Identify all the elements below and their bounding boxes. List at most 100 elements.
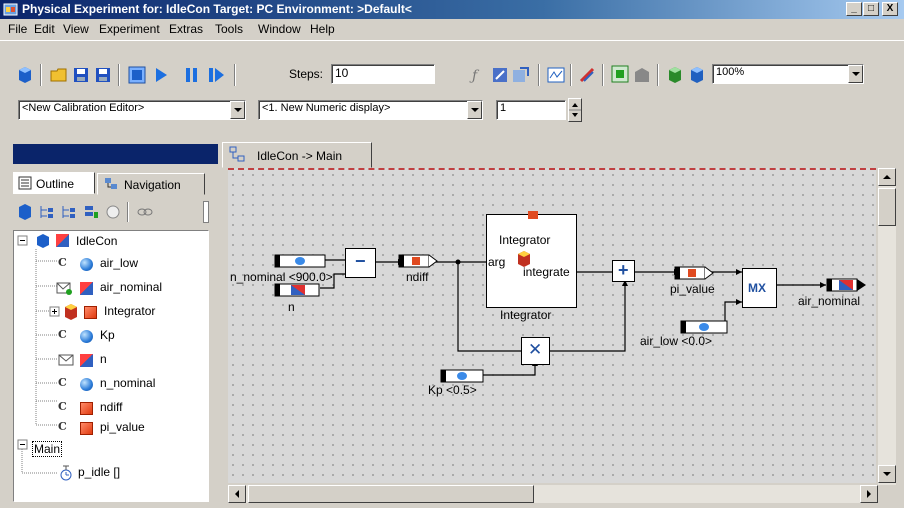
left-panel-tabs: Outline Navigation bbox=[13, 170, 213, 196]
toolbar-separator bbox=[118, 64, 120, 86]
vertical-scrollbar[interactable] bbox=[878, 168, 896, 485]
count-input[interactable]: 1 bbox=[496, 100, 566, 120]
tools-icon[interactable] bbox=[578, 66, 596, 84]
function-icon[interactable]: ƒ bbox=[469, 66, 487, 84]
steps-value: 10 bbox=[335, 66, 349, 80]
spinner-arrows-icon bbox=[569, 103, 581, 117]
close-button[interactable]: X bbox=[882, 2, 898, 16]
editor-tabstrip: IdleCon -> Main bbox=[222, 138, 904, 168]
outline-toolbar bbox=[13, 196, 213, 228]
step-icon[interactable] bbox=[207, 66, 225, 84]
tab-outline[interactable]: Outline bbox=[13, 172, 95, 194]
air-nominal-block[interactable] bbox=[826, 278, 868, 292]
chevron-down-icon[interactable] bbox=[230, 101, 245, 119]
pi-value-block[interactable] bbox=[674, 266, 714, 280]
menu-help[interactable]: Help bbox=[310, 22, 335, 36]
tree-item-air-nominal[interactable]: air_nominal bbox=[14, 277, 208, 299]
tree-item-kp[interactable]: C Kp bbox=[14, 325, 208, 347]
upload-icon[interactable] bbox=[688, 66, 706, 84]
component-icon[interactable] bbox=[17, 204, 33, 220]
hardware-icon[interactable] bbox=[633, 66, 651, 84]
tree-item-label: Main bbox=[32, 441, 63, 457]
link-icon[interactable] bbox=[137, 204, 153, 220]
continuous-type-icon bbox=[80, 330, 93, 343]
n-nominal-block[interactable] bbox=[274, 254, 326, 268]
receive-message-icon bbox=[58, 354, 74, 366]
air-low-block[interactable] bbox=[680, 320, 728, 334]
add-block[interactable]: + bbox=[612, 260, 635, 282]
calibration-editor-select[interactable]: <New Calibration Editor> bbox=[18, 100, 246, 120]
mx-block[interactable]: MX bbox=[742, 268, 777, 308]
tab-navigation-label: Navigation bbox=[124, 178, 181, 192]
menu-extras[interactable]: Extras bbox=[169, 22, 203, 36]
scroll-right-button[interactable] bbox=[860, 485, 878, 503]
menu-file[interactable]: File bbox=[8, 22, 27, 36]
tree-item-n-nominal[interactable]: C n_nominal bbox=[14, 373, 208, 395]
menu-experiment[interactable]: Experiment bbox=[99, 22, 160, 36]
subtract-block[interactable]: − bbox=[345, 248, 376, 278]
component-icon[interactable] bbox=[16, 66, 34, 84]
menu-view[interactable]: View bbox=[63, 22, 89, 36]
toolbar-separator bbox=[602, 64, 604, 86]
target-icon[interactable] bbox=[611, 65, 629, 83]
tree-item-label: p_idle [] bbox=[78, 465, 121, 479]
scroll-up-button[interactable] bbox=[878, 168, 896, 186]
zoom-select[interactable]: 100% bbox=[712, 64, 864, 84]
horizontal-scroll-thumb[interactable] bbox=[248, 485, 534, 503]
oscilloscope-icon[interactable] bbox=[547, 66, 565, 84]
ndiff-block[interactable] bbox=[398, 254, 438, 268]
tree-item-integrator[interactable]: Integrator bbox=[14, 301, 208, 323]
menu-edit[interactable]: Edit bbox=[34, 22, 55, 36]
pause-icon[interactable] bbox=[183, 66, 201, 84]
tree-view-icon[interactable] bbox=[39, 204, 55, 220]
chevron-down-icon[interactable] bbox=[467, 101, 482, 119]
scroll-down-button[interactable] bbox=[878, 465, 896, 483]
tree-item-main[interactable]: Main bbox=[14, 438, 208, 460]
count-spinner[interactable] bbox=[568, 98, 582, 122]
menu-tools[interactable]: Tools bbox=[215, 22, 243, 36]
menu-window[interactable]: Window bbox=[258, 22, 301, 36]
save-all-icon[interactable] bbox=[94, 66, 112, 84]
kp-label: Kp <0.5> bbox=[428, 383, 477, 397]
chevron-down-icon[interactable] bbox=[848, 65, 863, 83]
tab-navigation[interactable]: Navigation bbox=[97, 173, 205, 195]
tree-item-label: IdleCon bbox=[76, 234, 118, 248]
tab-idlecon-main[interactable]: IdleCon -> Main bbox=[222, 142, 372, 168]
horizontal-scrollbar[interactable] bbox=[228, 485, 878, 503]
outline-tree[interactable]: IdleCon C air_low air_nominal Integrator… bbox=[13, 230, 209, 502]
diagram-icon bbox=[229, 146, 245, 162]
circle-icon[interactable] bbox=[105, 204, 121, 220]
minimize-button[interactable]: _ bbox=[846, 2, 862, 16]
block-diagram-canvas[interactable]: n_nominal <900.0> n − ndiff Integrator a… bbox=[228, 168, 876, 483]
play-icon[interactable] bbox=[152, 66, 170, 84]
variable-icon: C bbox=[58, 400, 67, 413]
kp-block[interactable] bbox=[440, 369, 484, 383]
tree-item-pi-value[interactable]: C pi_value bbox=[14, 417, 208, 439]
multiply-block[interactable]: ✕ bbox=[521, 337, 550, 365]
display-select[interactable]: <1. New Numeric display> bbox=[258, 100, 483, 120]
save-icon[interactable] bbox=[72, 66, 90, 84]
download-icon[interactable] bbox=[666, 66, 684, 84]
measure-icon[interactable] bbox=[512, 66, 530, 84]
expand-tree-icon[interactable] bbox=[61, 204, 77, 220]
steps-input[interactable]: 10 bbox=[331, 64, 435, 84]
scroll-left-button[interactable] bbox=[228, 485, 246, 503]
tree-item-ndiff[interactable]: C ndiff bbox=[14, 397, 208, 419]
filter-icon[interactable] bbox=[83, 204, 99, 220]
integrator-arg-label: arg bbox=[488, 255, 506, 269]
edit-icon[interactable] bbox=[491, 66, 509, 84]
tree-item-idlecon[interactable]: IdleCon bbox=[14, 231, 208, 253]
tree-item-p-idle[interactable]: p_idle [] bbox=[14, 462, 208, 484]
n-message-block[interactable] bbox=[274, 283, 320, 297]
tree-item-n[interactable]: n bbox=[14, 349, 208, 371]
tree-item-air-low[interactable]: C air_low bbox=[14, 253, 208, 275]
vertical-scroll-thumb[interactable] bbox=[878, 188, 896, 226]
stop-icon[interactable] bbox=[128, 66, 146, 84]
toolbar-overflow[interactable] bbox=[203, 201, 209, 223]
open-folder-icon[interactable] bbox=[50, 66, 68, 84]
integrator-block[interactable]: Integrator arg integrate bbox=[486, 211, 577, 308]
message-type-icon bbox=[80, 282, 93, 295]
maximize-button[interactable]: □ bbox=[863, 2, 879, 16]
tab-outline-label: Outline bbox=[36, 177, 75, 191]
arrow-left-icon bbox=[235, 490, 239, 498]
